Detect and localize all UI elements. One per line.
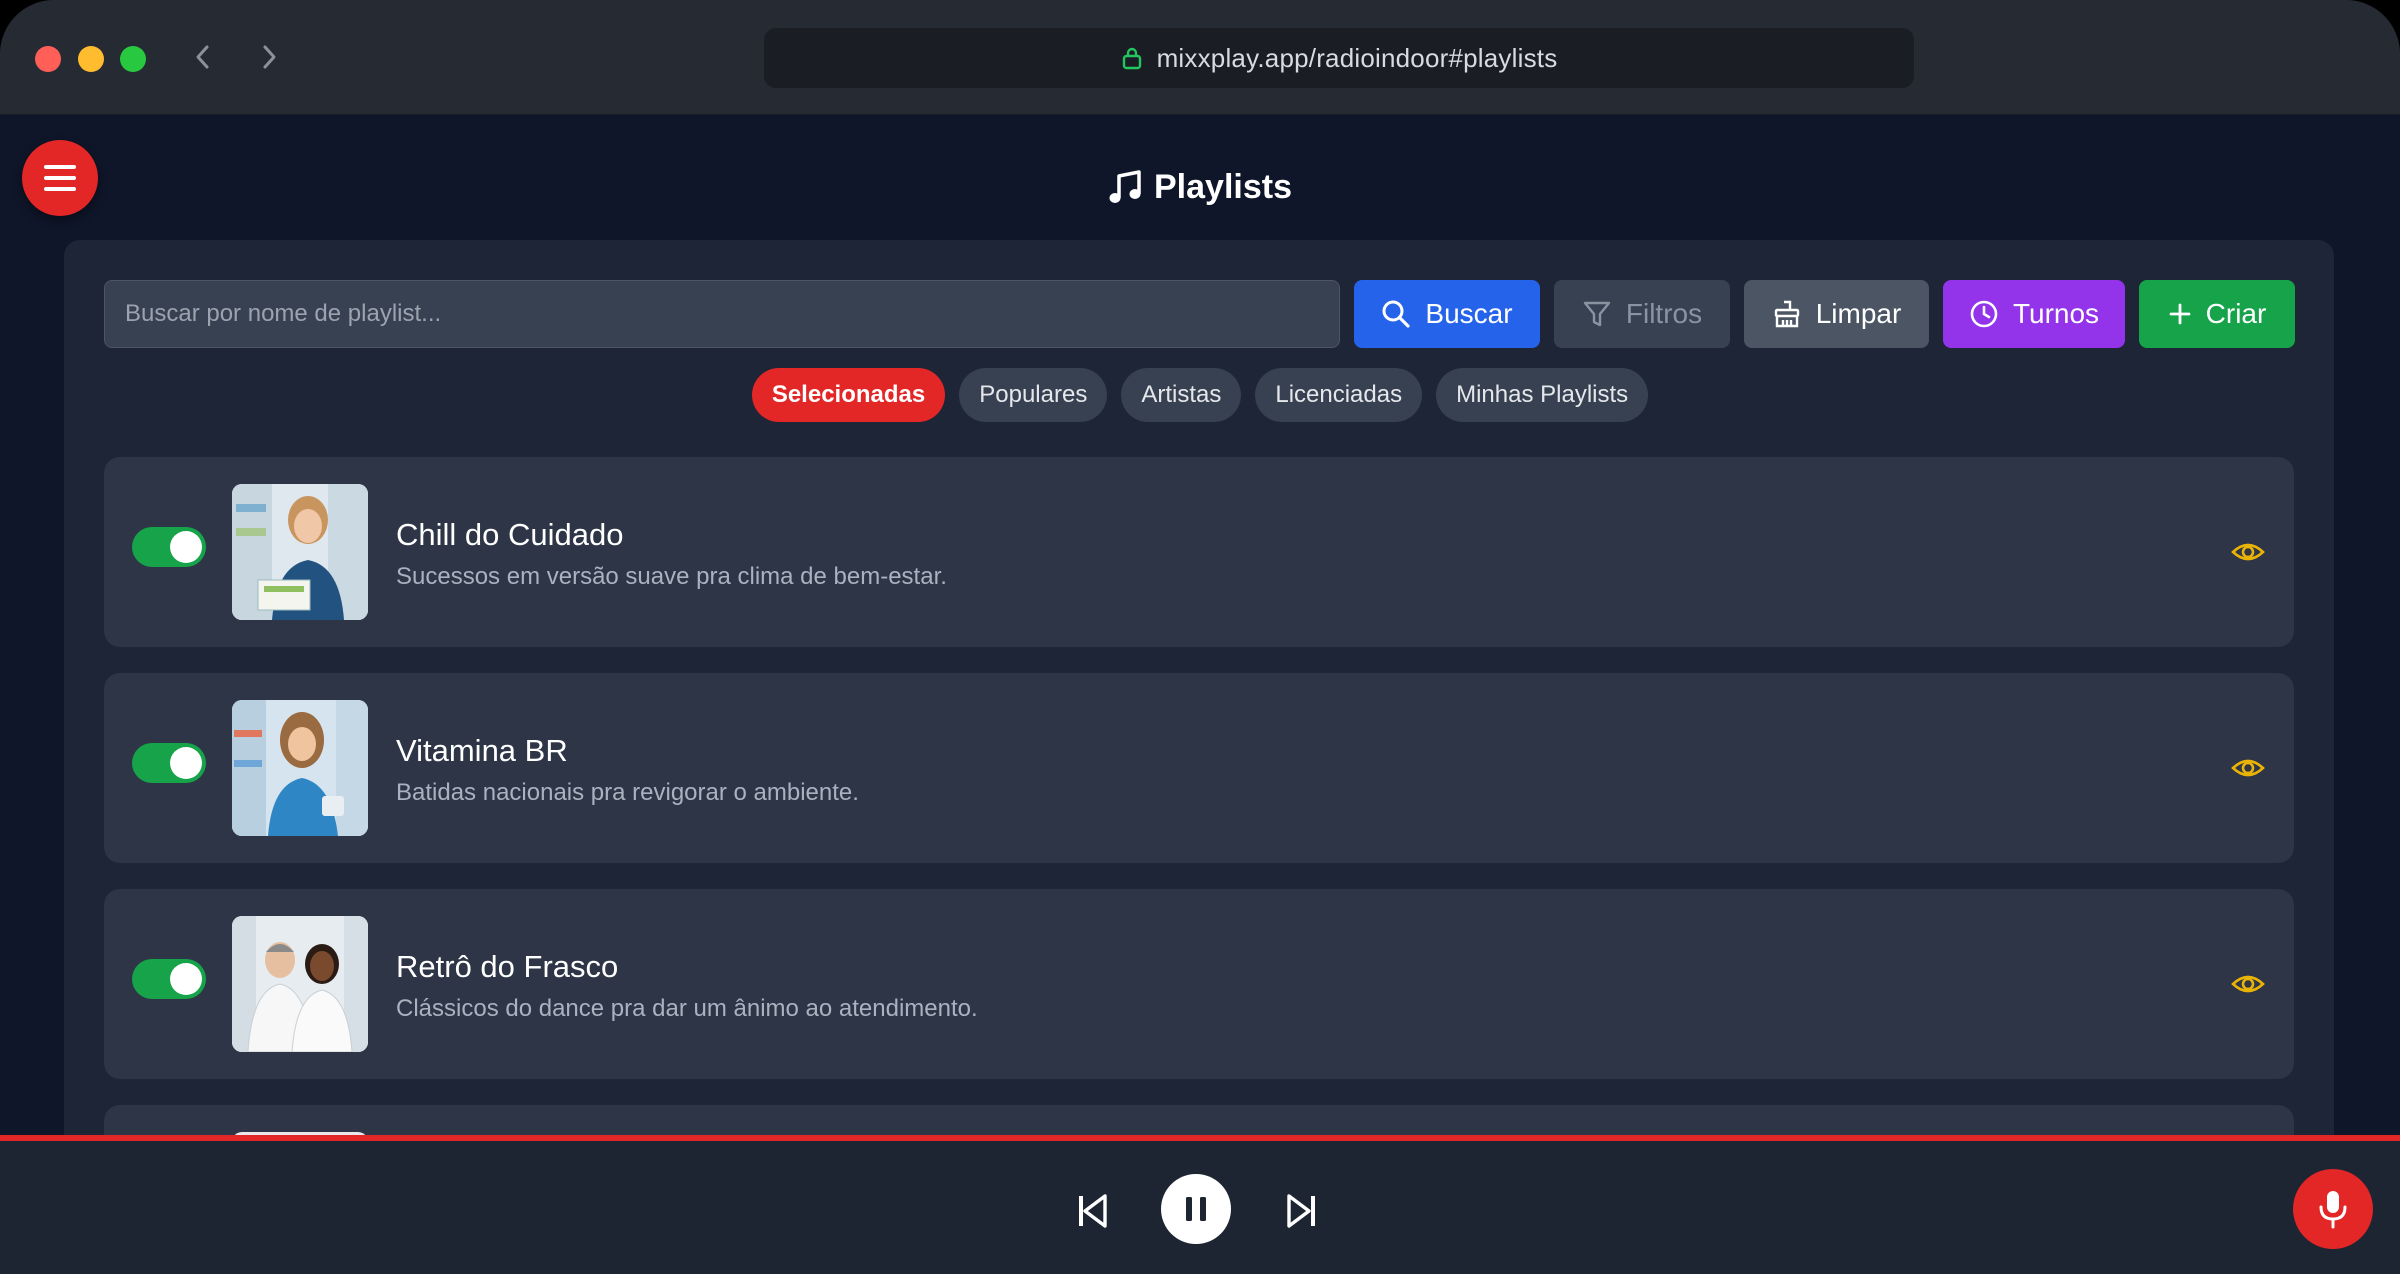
playlist-toggle[interactable] bbox=[132, 527, 206, 567]
playlist-thumbnail bbox=[232, 700, 368, 836]
skip-forward-icon bbox=[1287, 1194, 1315, 1228]
buscar-button[interactable]: Buscar bbox=[1354, 280, 1540, 348]
broom-icon bbox=[1774, 300, 1799, 328]
url-text: mixxplay.app/radioindoor#playlists bbox=[1156, 42, 1558, 73]
next-track-button[interactable] bbox=[1284, 1193, 1320, 1229]
eye-icon[interactable] bbox=[2230, 750, 2266, 786]
turnos-button[interactable]: Turnos bbox=[1943, 280, 2125, 348]
playlist-card[interactable]: Vitamina BR Batidas nacionais pra revigo… bbox=[104, 673, 2294, 863]
buscar-label: Buscar bbox=[1425, 298, 1513, 329]
playlist-toggle[interactable] bbox=[132, 959, 206, 999]
lock-icon bbox=[1122, 47, 1141, 70]
tab-populares[interactable]: Populares bbox=[959, 368, 1108, 422]
tab-artistas[interactable]: Artistas bbox=[1121, 368, 1242, 422]
playlist-description: Batidas nacionais pra revigorar o ambien… bbox=[396, 779, 859, 806]
search-toolbar: Buscar Filtros Limpar bbox=[104, 280, 2295, 348]
playlist-thumbnail bbox=[232, 484, 368, 620]
toggle-knob bbox=[170, 531, 202, 563]
category-tabs: Selecionadas Populares Artistas Licencia… bbox=[0, 368, 2400, 422]
microphone-button[interactable] bbox=[2293, 1169, 2373, 1249]
maximize-window-button[interactable] bbox=[120, 46, 146, 72]
criar-button[interactable]: Criar bbox=[2139, 280, 2295, 348]
playlist-card[interactable]: Retrô do Frasco Clássicos do dance pra d… bbox=[104, 889, 2294, 1079]
app-content: Playlists Buscar Filtros bbox=[0, 116, 2400, 1274]
search-input[interactable] bbox=[104, 280, 1340, 348]
toggle-knob bbox=[170, 963, 202, 995]
playlist-thumbnail bbox=[232, 916, 368, 1052]
pause-button[interactable] bbox=[1161, 1174, 1231, 1244]
browser-toolbar: mixxplay.app/radioindoor#playlists bbox=[0, 0, 2400, 115]
skip-back-icon bbox=[1079, 1194, 1107, 1228]
limpar-label: Limpar bbox=[1815, 298, 1902, 329]
playlist-title: Vitamina BR bbox=[396, 733, 568, 768]
funnel-icon bbox=[1583, 301, 1611, 327]
chevron-left-icon bbox=[196, 45, 209, 69]
minimize-window-button[interactable] bbox=[78, 46, 104, 72]
turnos-label: Turnos bbox=[2012, 298, 2100, 329]
filtros-label: Filtros bbox=[1625, 298, 1703, 329]
back-button[interactable] bbox=[186, 40, 220, 74]
search-icon bbox=[1382, 300, 1411, 328]
close-window-button[interactable] bbox=[35, 46, 61, 72]
tab-minhas-playlists[interactable]: Minhas Playlists bbox=[1436, 368, 1649, 422]
page-title: Playlists bbox=[0, 168, 2400, 207]
filtros-button[interactable]: Filtros bbox=[1554, 280, 1730, 348]
address-bar[interactable]: mixxplay.app/radioindoor#playlists bbox=[764, 28, 1914, 88]
music-note-icon bbox=[1109, 169, 1141, 203]
tab-selecionadas[interactable]: Selecionadas bbox=[751, 368, 946, 422]
tab-licenciadas[interactable]: Licenciadas bbox=[1255, 368, 1423, 422]
forward-button[interactable] bbox=[252, 40, 286, 74]
criar-label: Criar bbox=[2205, 298, 2267, 329]
previous-track-button[interactable] bbox=[1074, 1193, 1110, 1229]
page-title-text: Playlists bbox=[1154, 168, 1292, 206]
playlist-title: Chill do Cuidado bbox=[396, 517, 624, 552]
pause-icon bbox=[1186, 1197, 1206, 1221]
microphone-icon bbox=[2319, 1191, 2347, 1229]
limpar-button[interactable]: Limpar bbox=[1744, 280, 1929, 348]
eye-icon[interactable] bbox=[2230, 966, 2266, 1002]
eye-icon[interactable] bbox=[2230, 534, 2266, 570]
playlist-description: Sucessos em versão suave pra clima de be… bbox=[396, 563, 947, 590]
playlist-title: Retrô do Frasco bbox=[396, 949, 619, 984]
browser-window: mixxplay.app/radioindoor#playlists Playl… bbox=[0, 0, 2400, 1274]
playlist-toggle[interactable] bbox=[132, 743, 206, 783]
plus-icon bbox=[2169, 303, 2191, 325]
chevron-right-icon bbox=[263, 45, 276, 69]
playlist-description: Clássicos do dance pra dar um ânimo ao a… bbox=[396, 995, 978, 1022]
playlist-card[interactable]: Chill do Cuidado Sucessos em versão suav… bbox=[104, 457, 2294, 647]
clock-icon bbox=[1970, 300, 1998, 328]
player-bar bbox=[0, 1135, 2400, 1274]
toggle-knob bbox=[170, 747, 202, 779]
